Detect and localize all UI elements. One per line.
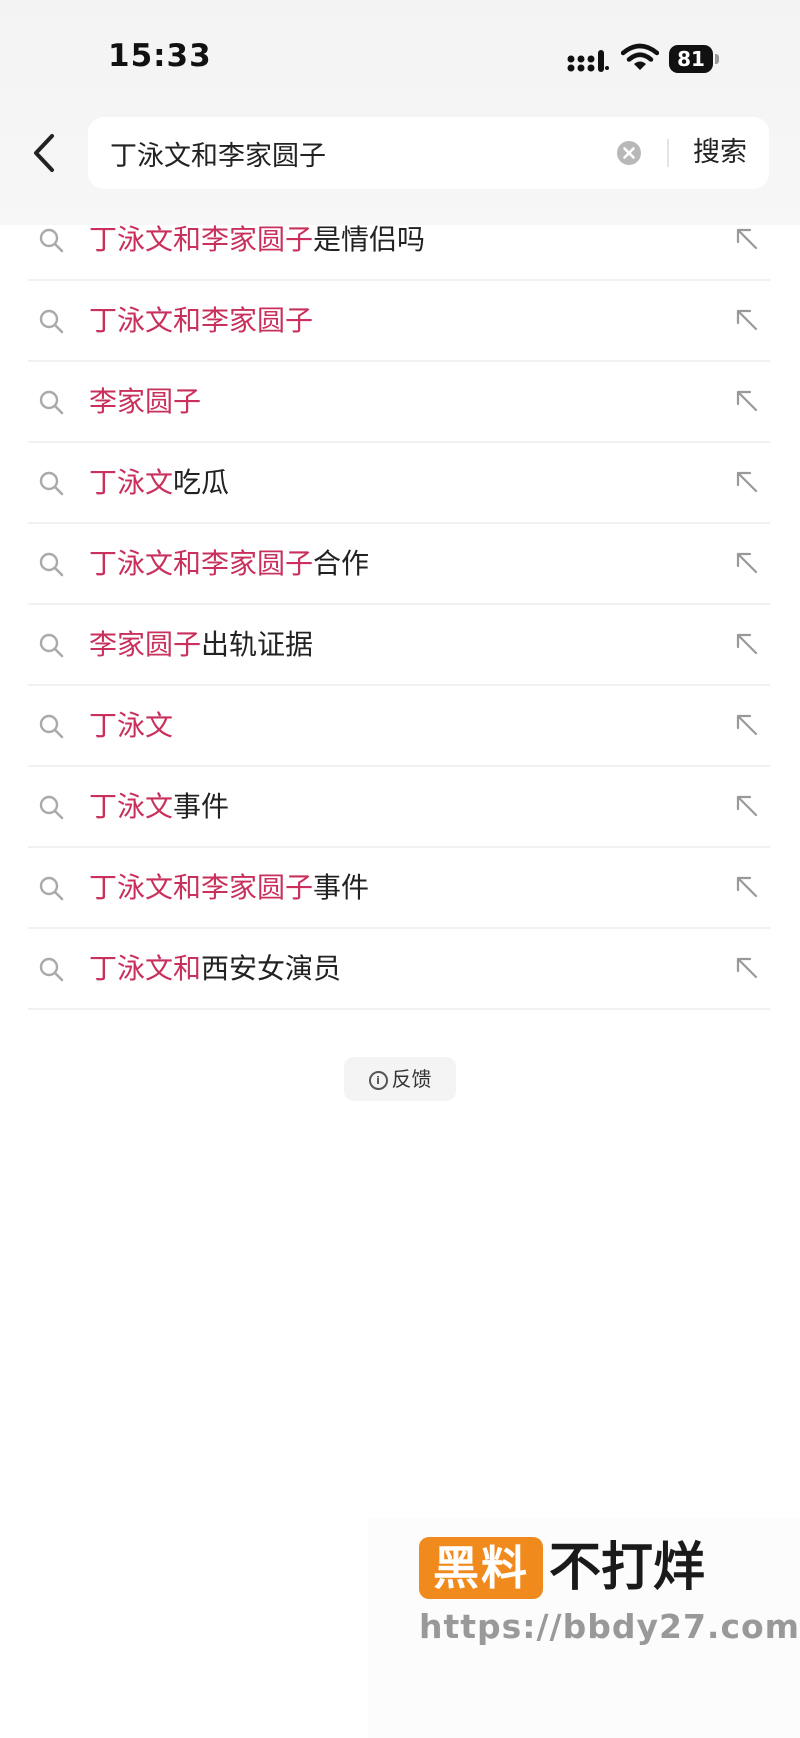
suggestion-item[interactable]: 丁泳文事件 bbox=[28, 767, 770, 848]
suggestion-text: 丁泳文和李家圆子合作 bbox=[89, 524, 369, 603]
fill-query-arrow-icon[interactable] bbox=[734, 226, 760, 252]
suggestion-text: 丁泳文和李家圆子是情侣吗 bbox=[89, 200, 425, 279]
battery-icon: 81 bbox=[669, 45, 721, 75]
search-divider bbox=[667, 139, 669, 167]
search-icon bbox=[39, 228, 64, 253]
suggestion-text: 丁泳文和西安女演员 bbox=[89, 929, 341, 1008]
suggestion-text: 丁泳文吃瓜 bbox=[89, 443, 229, 522]
search-icon bbox=[39, 471, 64, 496]
suggestion-text: 丁泳文 bbox=[89, 686, 173, 765]
search-input[interactable] bbox=[110, 117, 590, 189]
watermark-url: https://bbdy27.com bbox=[419, 1607, 800, 1646]
suggestion-highlight: 丁泳文和李家圆子 bbox=[89, 871, 314, 904]
search-icon bbox=[39, 795, 64, 820]
chevron-left-icon bbox=[34, 134, 54, 172]
fill-query-arrow-icon[interactable] bbox=[734, 793, 760, 819]
fill-query-arrow-icon[interactable] bbox=[734, 388, 760, 414]
suggestion-item[interactable]: 丁泳文和李家圆子 bbox=[28, 281, 770, 362]
suggestion-item[interactable]: 丁泳文和李家圆子合作 bbox=[28, 524, 770, 605]
suggestion-text: 李家圆子 bbox=[89, 362, 201, 441]
fill-query-arrow-icon[interactable] bbox=[734, 469, 760, 495]
search-icon bbox=[39, 876, 64, 901]
top-bar: 15:33 81 搜索 bbox=[0, 0, 800, 225]
cellular-signal-icon bbox=[567, 50, 609, 72]
status-bar: 15:33 81 bbox=[0, 0, 800, 110]
search-icon bbox=[39, 957, 64, 982]
clear-icon[interactable] bbox=[616, 140, 642, 166]
watermark-title: 不打烊 bbox=[549, 1538, 706, 1598]
suggestion-rest: 合作 bbox=[313, 547, 370, 580]
fill-query-arrow-icon[interactable] bbox=[734, 550, 760, 576]
suggestion-highlight: 李家圆子 bbox=[89, 385, 202, 418]
wifi-icon bbox=[621, 43, 659, 70]
battery-level: 81 bbox=[669, 45, 713, 73]
search-box: 搜索 bbox=[88, 117, 769, 189]
search-button[interactable]: 搜索 bbox=[680, 117, 760, 189]
info-icon: i bbox=[368, 1071, 388, 1090]
suggestion-highlight: 丁泳文和李家圆子 bbox=[89, 547, 314, 580]
suggestion-rest: 事件 bbox=[313, 871, 370, 904]
suggestion-item[interactable]: 丁泳文和李家圆子事件 bbox=[28, 848, 770, 929]
suggestion-highlight: 丁泳文和李家圆子 bbox=[89, 223, 314, 256]
fill-query-arrow-icon[interactable] bbox=[734, 631, 760, 657]
battery-tip bbox=[715, 54, 719, 64]
suggestion-text: 丁泳文和李家圆子事件 bbox=[89, 848, 369, 927]
suggestion-item[interactable]: 李家圆子出轨证据 bbox=[28, 605, 770, 686]
suggestion-rest: 出轨证据 bbox=[201, 628, 314, 661]
suggestion-rest: 是情侣吗 bbox=[313, 223, 426, 256]
search-icon bbox=[39, 309, 64, 334]
search-icon bbox=[39, 714, 64, 739]
fill-query-arrow-icon[interactable] bbox=[734, 955, 760, 981]
suggestion-text: 丁泳文事件 bbox=[89, 767, 229, 846]
suggestion-item[interactable]: 丁泳文和西安女演员 bbox=[28, 929, 770, 1010]
suggestion-highlight: 丁泳文 bbox=[89, 709, 174, 742]
feedback-button[interactable]: i 反馈 bbox=[344, 1057, 456, 1101]
suggestion-item[interactable]: 李家圆子 bbox=[28, 362, 770, 443]
suggestion-rest: 事件 bbox=[173, 790, 230, 823]
suggestion-item[interactable]: 丁泳文 bbox=[28, 686, 770, 767]
search-icon bbox=[39, 552, 64, 577]
search-icon bbox=[39, 390, 64, 415]
suggestion-rest: 西安女演员 bbox=[201, 952, 342, 985]
status-time: 15:33 bbox=[108, 38, 212, 74]
suggestion-highlight: 李家圆子 bbox=[89, 628, 202, 661]
suggestion-list: 丁泳文和李家圆子是情侣吗 丁泳文和李家圆子 李家圆子 丁泳文吃瓜 丁泳文和李家圆… bbox=[28, 200, 770, 1010]
search-icon bbox=[39, 633, 64, 658]
suggestion-text: 李家圆子出轨证据 bbox=[89, 605, 313, 684]
suggestion-item[interactable]: 丁泳文吃瓜 bbox=[28, 443, 770, 524]
suggestion-rest: 吃瓜 bbox=[173, 466, 230, 499]
fill-query-arrow-icon[interactable] bbox=[734, 307, 760, 333]
fill-query-arrow-icon[interactable] bbox=[734, 874, 760, 900]
suggestion-highlight: 丁泳文 bbox=[89, 790, 174, 823]
back-button[interactable] bbox=[24, 128, 64, 178]
fill-query-arrow-icon[interactable] bbox=[734, 712, 760, 738]
suggestion-text: 丁泳文和李家圆子 bbox=[89, 281, 313, 360]
suggestion-highlight: 丁泳文 bbox=[89, 466, 174, 499]
watermark-badge: 黑料 bbox=[419, 1537, 543, 1599]
suggestion-highlight: 丁泳文和李家圆子 bbox=[89, 304, 314, 337]
suggestion-highlight: 丁泳文和 bbox=[89, 952, 202, 985]
suggestion-item[interactable]: 丁泳文和李家圆子是情侣吗 bbox=[28, 200, 770, 281]
feedback-label: 反馈 bbox=[391, 1067, 432, 1091]
